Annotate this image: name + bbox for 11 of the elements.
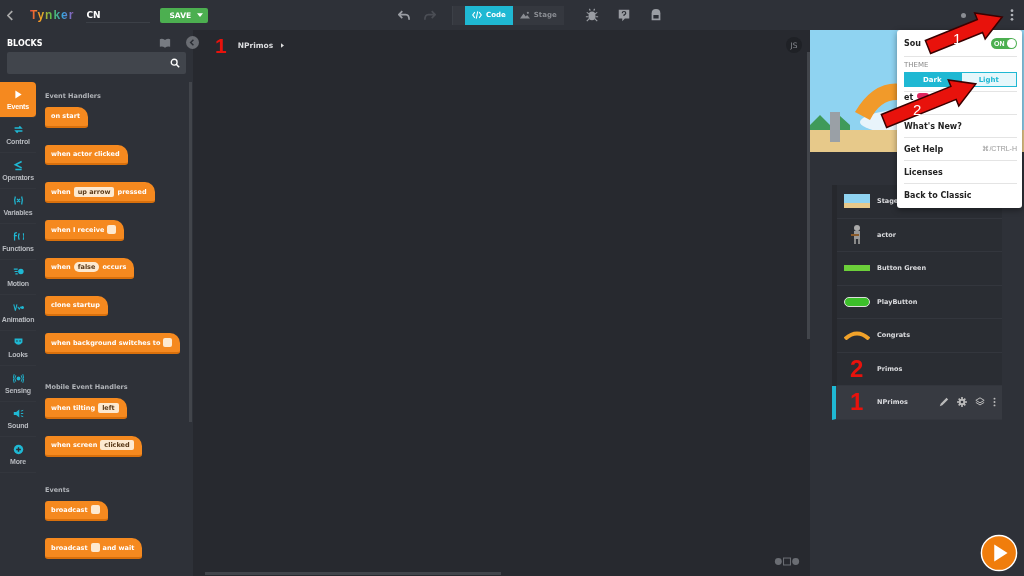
menu-item-label: Get Help [904,144,944,154]
annotation-number: 2 [913,101,922,118]
menu-item-label: Back to Classic [904,190,972,200]
annotation-number: 2 [850,355,864,382]
logo: Tynker [30,8,75,22]
menu-item-label: What's New? [904,121,962,131]
annotation-number: 1 [215,33,227,59]
annotation-number: 1 [850,389,864,416]
menu-item-label: Sou [904,38,921,48]
menu-item-label: Licenses [904,167,943,177]
panel-title: BLOCKS [7,38,43,48]
